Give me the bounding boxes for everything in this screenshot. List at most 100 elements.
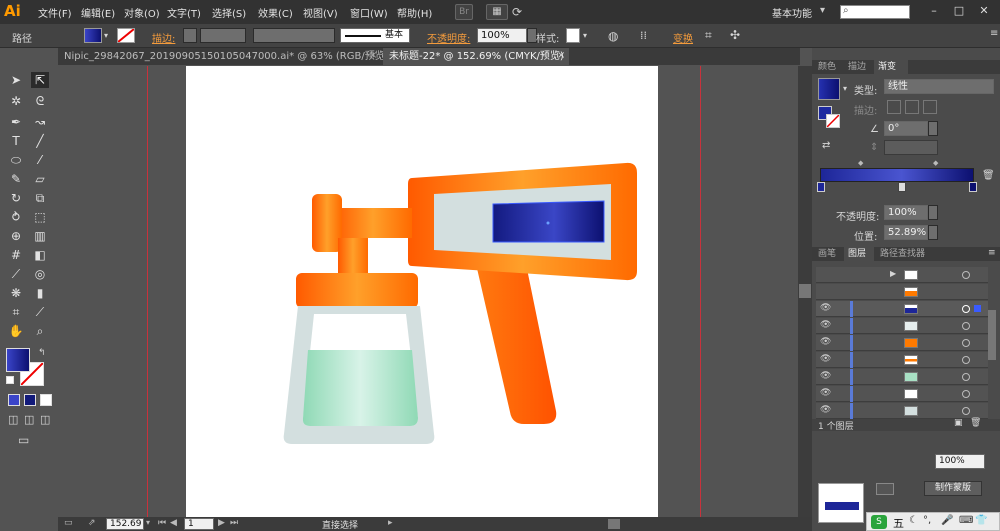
menu-select[interactable]: 选择(S) xyxy=(212,5,246,20)
direct-selection-tool-icon[interactable]: ⇱ xyxy=(31,72,49,88)
artboard-tool-icon[interactable]: ⌗ xyxy=(7,304,25,320)
isolate-icon[interactable]: ⌗ xyxy=(705,28,712,43)
ime-logo-icon[interactable]: S xyxy=(871,515,887,529)
magic-wand-tool-icon[interactable]: ✲ xyxy=(7,93,25,109)
draw-behind-icon[interactable]: ◫ xyxy=(24,413,34,426)
column-graph-tool-icon[interactable]: ▮ xyxy=(31,285,49,301)
line-tool-icon[interactable]: ╱ xyxy=(31,133,49,149)
gradient-angle-input[interactable]: 0° xyxy=(884,121,928,136)
vertical-scrollbar[interactable] xyxy=(798,66,812,517)
layer-row-selected[interactable]: 👁 xyxy=(816,301,988,317)
ime-punctuation-icon[interactable]: °, xyxy=(923,515,931,526)
stroke-weight-stepper[interactable] xyxy=(183,28,197,43)
scroll-thumb[interactable] xyxy=(799,284,811,298)
opacity-input[interactable]: 100% xyxy=(477,28,527,43)
next-artboard-icon[interactable]: ▶ xyxy=(218,518,225,528)
zoom-dropdown-icon[interactable]: ▾ xyxy=(146,518,150,527)
control-menu-icon[interactable]: ≡ xyxy=(990,28,998,39)
eye-icon[interactable]: 👁 xyxy=(820,354,831,364)
pen-tool-icon[interactable]: ✒ xyxy=(7,114,25,130)
midpoint-diamond-icon[interactable]: ◆ xyxy=(933,159,938,167)
close-icon[interactable]: ✕ xyxy=(977,4,991,18)
draw-inside-icon[interactable]: ◫ xyxy=(40,413,50,426)
target-circle[interactable] xyxy=(962,305,970,313)
ime-keyboard-icon[interactable]: ⌨ xyxy=(959,515,973,526)
layer-row[interactable] xyxy=(816,284,988,300)
free-transform-tool-icon[interactable]: ⬚ xyxy=(31,209,49,225)
gradient-stop-middle[interactable] xyxy=(898,182,906,192)
tab-pathfinder[interactable]: 路径查找器 xyxy=(880,247,925,261)
gradient-mode-icon[interactable] xyxy=(24,394,36,406)
none-mode-icon[interactable] xyxy=(40,394,52,406)
scale-tool-icon[interactable]: ⧉ xyxy=(31,190,49,206)
stroke-swatch[interactable] xyxy=(117,28,135,43)
gradient-type-dropdown[interactable]: 线性 xyxy=(884,79,994,94)
target-circle[interactable] xyxy=(962,322,970,330)
target-circle[interactable] xyxy=(962,373,970,381)
eye-icon[interactable]: 👁 xyxy=(820,405,831,415)
gradient-opacity-input[interactable]: 100% xyxy=(884,205,928,220)
layer-row[interactable]: 👁 xyxy=(816,352,988,368)
fill-color-box[interactable] xyxy=(6,348,30,372)
layers-scroll-thumb[interactable] xyxy=(988,310,996,360)
menu-object[interactable]: 对象(O) xyxy=(124,5,160,20)
expand-triangle-icon[interactable]: ▶ xyxy=(890,269,896,278)
fill-dropdown-icon[interactable]: ▾ xyxy=(104,31,108,40)
color-mode-icon[interactable] xyxy=(8,394,20,406)
screen-mode-icon[interactable]: ▭ xyxy=(18,433,29,447)
perspective-grid-tool-icon[interactable]: ▥ xyxy=(31,228,49,244)
symbol-sprayer-tool-icon[interactable]: ❋ xyxy=(7,285,25,301)
tab-close-icon[interactable]: × xyxy=(369,50,377,61)
menu-type[interactable]: 文字(T) xyxy=(167,5,201,20)
tab-layers[interactable]: 图层 xyxy=(844,247,874,261)
gpu-performance-icon[interactable]: ⟳ xyxy=(512,5,522,19)
last-artboard-icon[interactable]: ⏭ xyxy=(230,518,238,528)
ellipse-tool-icon[interactable]: ⬭ xyxy=(7,152,25,168)
layer-row[interactable]: ▶ xyxy=(816,267,988,283)
angle-dropdown-icon[interactable] xyxy=(928,121,938,136)
gradient-tool-icon[interactable]: ◧ xyxy=(31,247,49,263)
type-tool-icon[interactable]: T xyxy=(7,133,25,149)
search-input[interactable]: ⌕ xyxy=(840,5,910,19)
gradient-opacity-dropdown-icon[interactable] xyxy=(928,205,938,220)
position-dropdown-icon[interactable] xyxy=(928,225,938,240)
target-circle[interactable] xyxy=(962,356,970,364)
stroke-along-icon[interactable] xyxy=(905,100,919,114)
rotate-tool-icon[interactable]: ↻ xyxy=(7,190,25,206)
tab-gradient[interactable]: 渐变 xyxy=(874,60,908,74)
tab-nipic-document[interactable]: Nipic_29842067_20190905150105047000.ai* … xyxy=(58,48,389,65)
swap-fill-stroke-icon[interactable]: ↰ xyxy=(38,348,46,358)
menu-edit[interactable]: 编辑(E) xyxy=(81,5,115,20)
paintbrush-tool-icon[interactable]: ⁄ xyxy=(31,152,49,168)
stroke-within-icon[interactable] xyxy=(887,100,901,114)
eye-icon[interactable]: 👁 xyxy=(820,388,831,398)
export-icon[interactable]: ⇗ xyxy=(88,518,96,528)
target-circle[interactable] xyxy=(962,390,970,398)
make-mask-button[interactable]: 制作蒙版 xyxy=(924,481,982,496)
prev-artboard-icon[interactable]: ◀ xyxy=(170,518,177,528)
delete-layer-icon[interactable]: 🗑 xyxy=(970,418,981,428)
opacity-label[interactable]: 不透明度: xyxy=(427,30,470,45)
gradient-slider[interactable] xyxy=(820,168,974,182)
arrange-documents-icon[interactable]: ▦ xyxy=(486,4,508,20)
zoom-menu-icon[interactable]: ▭ xyxy=(64,518,73,528)
lasso-tool-icon[interactable]: ᘓ xyxy=(31,93,49,109)
graphic-style-swatch[interactable] xyxy=(566,28,580,43)
zoom-tool-icon[interactable]: ⌕ xyxy=(31,323,49,339)
artboard-number-input[interactable]: 1 xyxy=(184,518,214,530)
gradient-stroke-box[interactable] xyxy=(826,114,840,128)
warp-tool-icon[interactable]: ⥁ xyxy=(7,209,25,225)
mesh-tool-icon[interactable]: # xyxy=(7,247,25,263)
default-colors-icon[interactable] xyxy=(6,376,14,384)
gradient-preview-swatch[interactable] xyxy=(818,78,840,100)
brush-style-dropdown[interactable]: 基本 xyxy=(340,28,410,43)
ime-mic-icon[interactable]: 🎤 xyxy=(941,515,953,526)
menu-window[interactable]: 窗口(W) xyxy=(350,5,388,20)
minimize-icon[interactable]: – xyxy=(927,4,941,18)
menu-help[interactable]: 帮助(H) xyxy=(397,5,432,20)
selection-tool-icon[interactable]: ➤ xyxy=(7,72,25,88)
align-icon[interactable]: ⁞⁞ xyxy=(640,29,647,42)
eye-icon[interactable]: 👁 xyxy=(820,371,831,381)
new-layer-icon[interactable]: ▣ xyxy=(954,418,963,428)
layer-row[interactable]: 👁 xyxy=(816,318,988,334)
